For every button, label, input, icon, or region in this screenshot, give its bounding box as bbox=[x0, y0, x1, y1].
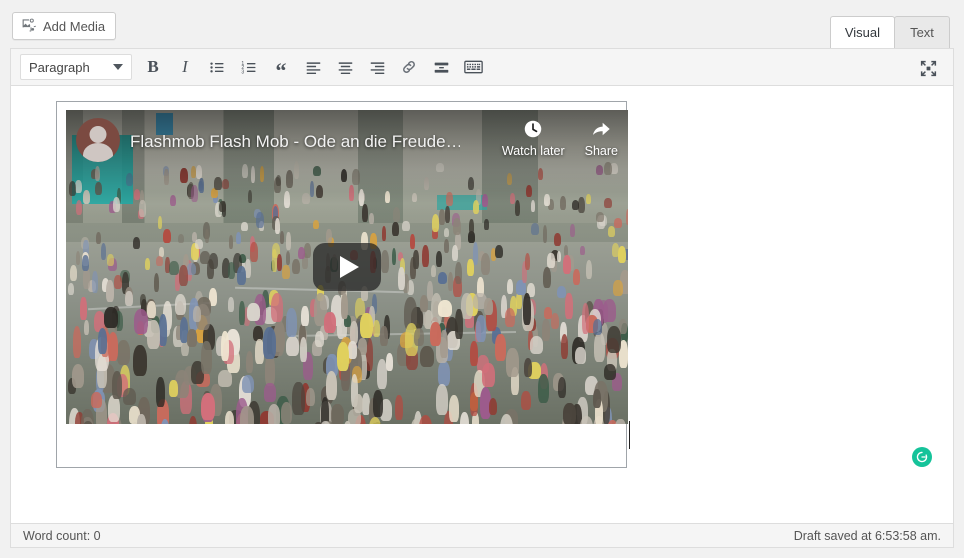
play-button[interactable] bbox=[313, 243, 381, 291]
toolbar-toggle-button[interactable] bbox=[458, 52, 488, 82]
tab-visual[interactable]: Visual bbox=[829, 16, 895, 48]
editor-content-area[interactable]: Flashmob Flash Mob - Ode an die Freude… … bbox=[10, 86, 954, 523]
add-media-label: Add Media bbox=[43, 18, 106, 34]
avatar-body bbox=[83, 143, 113, 162]
channel-avatar-icon[interactable] bbox=[76, 118, 120, 162]
clock-icon bbox=[522, 116, 544, 142]
align-center-button[interactable] bbox=[330, 52, 360, 82]
numbered-list-button[interactable]: 1 2 3 bbox=[234, 52, 264, 82]
italic-button[interactable]: I bbox=[170, 52, 200, 82]
svg-text:3: 3 bbox=[241, 69, 244, 75]
bold-label: B bbox=[147, 57, 159, 76]
blockquote-button[interactable]: “ bbox=[266, 52, 296, 82]
media-buttons-bar: Add Media Visual Text bbox=[0, 0, 964, 48]
add-media-button[interactable]: Add Media bbox=[12, 12, 117, 40]
draft-saved-status: Draft saved at 6:53:58 am. bbox=[793, 528, 941, 543]
paragraph-style-value: Paragraph bbox=[29, 59, 90, 75]
numbered-list-icon: 1 2 3 bbox=[241, 61, 255, 75]
read-more-icon bbox=[434, 62, 448, 73]
insert-link-button[interactable] bbox=[394, 52, 424, 82]
align-right-icon bbox=[370, 61, 384, 74]
align-left-icon bbox=[306, 61, 320, 74]
word-count: Word count: 0 bbox=[23, 528, 101, 543]
editor-status-bar: Word count: 0 Draft saved at 6:53:58 am. bbox=[10, 523, 954, 548]
align-center-icon bbox=[338, 61, 352, 74]
share-arrow-icon bbox=[589, 116, 613, 142]
editor-mode-tabs: Visual Text bbox=[829, 16, 950, 48]
text-caret bbox=[629, 421, 630, 449]
read-more-button[interactable] bbox=[426, 52, 456, 82]
tab-visual-label: Visual bbox=[844, 25, 880, 40]
media-icon bbox=[21, 17, 37, 35]
video-crowd-foreground bbox=[66, 292, 628, 424]
fullscreen-expand-icon bbox=[920, 60, 936, 76]
video-actions: Watch later Share bbox=[502, 116, 618, 158]
video-title[interactable]: Flashmob Flash Mob - Ode an die Freude… bbox=[130, 132, 460, 152]
youtube-embed[interactable]: Flashmob Flash Mob - Ode an die Freude… … bbox=[66, 110, 628, 424]
watch-later-label: Watch later bbox=[501, 144, 565, 158]
share-button[interactable]: Share bbox=[585, 116, 618, 158]
embed-selection-box[interactable]: Flashmob Flash Mob - Ode an die Freude… … bbox=[56, 101, 628, 468]
grammarly-icon bbox=[916, 451, 928, 463]
bold-button[interactable]: B bbox=[138, 52, 168, 82]
link-icon bbox=[403, 61, 415, 73]
classic-editor: Add Media Visual Text Paragraph B I 1 2 … bbox=[0, 0, 964, 558]
youtube-thumbnail: Flashmob Flash Mob - Ode an die Freude… … bbox=[66, 110, 628, 424]
align-right-button[interactable] bbox=[362, 52, 392, 82]
watch-later-button[interactable]: Watch later bbox=[502, 116, 565, 158]
formatting-button-group: B I 1 2 3 “ bbox=[138, 52, 488, 82]
play-icon bbox=[339, 256, 359, 278]
bulleted-list-icon bbox=[209, 61, 223, 73]
italic-label: I bbox=[182, 57, 188, 76]
align-left-button[interactable] bbox=[298, 52, 328, 82]
keyboard-toolbar-icon bbox=[463, 60, 483, 74]
share-label: Share bbox=[584, 144, 618, 158]
avatar-head bbox=[89, 125, 107, 143]
distraction-free-mode-button[interactable] bbox=[913, 53, 943, 83]
tab-text-label: Text bbox=[910, 25, 934, 40]
tab-text[interactable]: Text bbox=[894, 16, 950, 48]
chevron-down-icon bbox=[113, 64, 123, 70]
bulleted-list-button[interactable] bbox=[202, 52, 232, 82]
grammarly-button[interactable] bbox=[912, 447, 932, 467]
formatting-toolbar: Paragraph B I 1 2 3 “ bbox=[10, 48, 954, 86]
paragraph-style-select[interactable]: Paragraph bbox=[20, 54, 132, 80]
